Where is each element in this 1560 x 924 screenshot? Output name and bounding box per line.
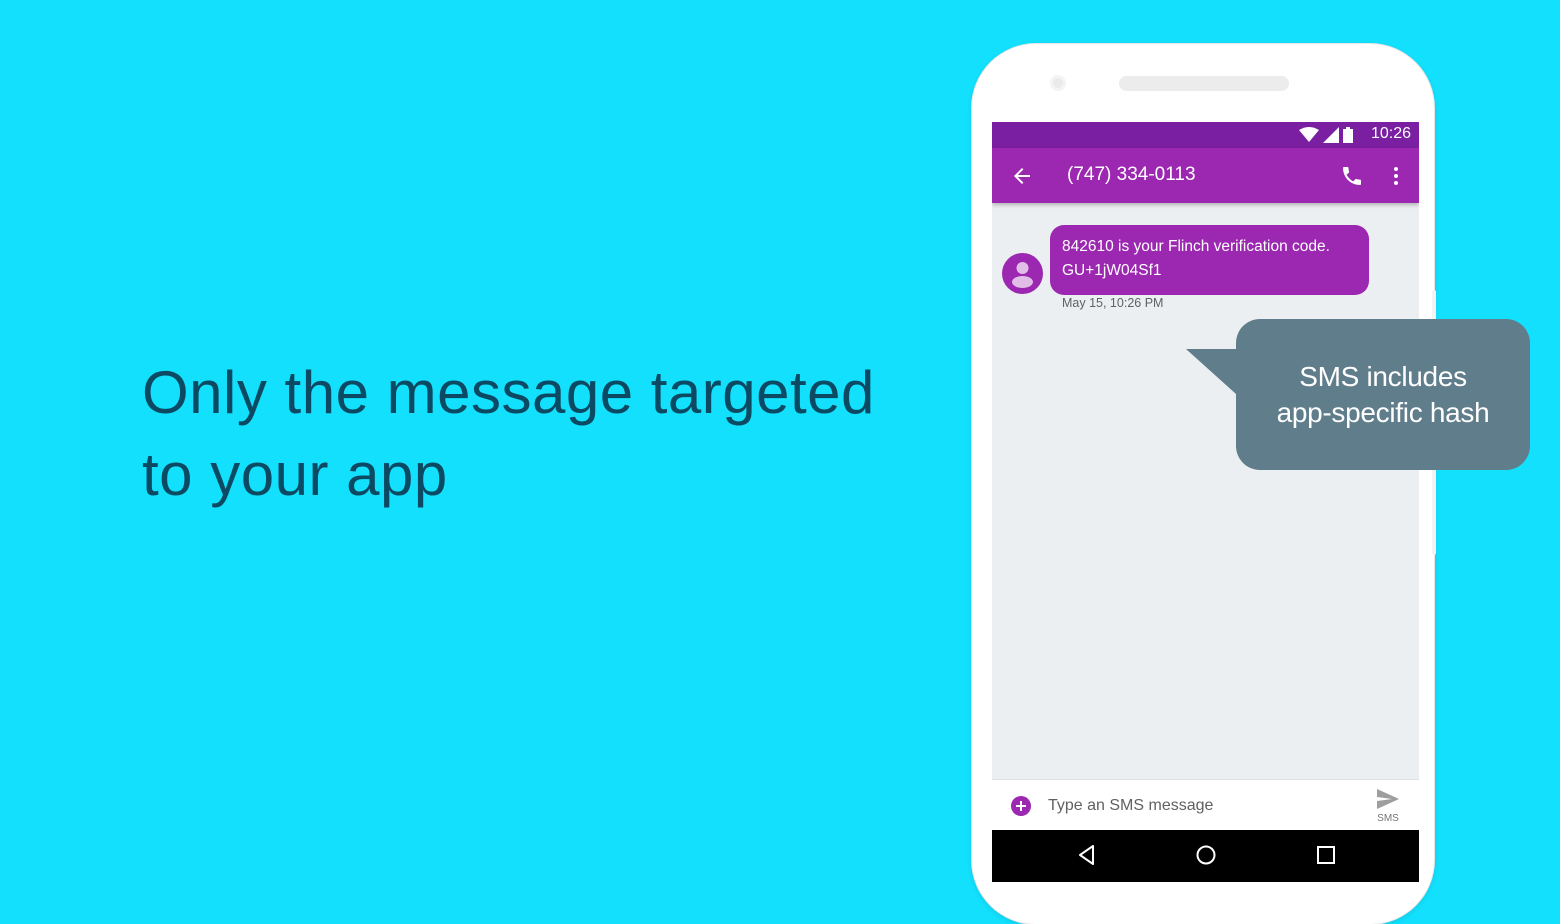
front-camera bbox=[1050, 75, 1066, 91]
message-composer: SMS bbox=[992, 779, 1419, 830]
app-bar: (747) 334-0113 bbox=[992, 148, 1419, 203]
send-label: SMS bbox=[1377, 813, 1399, 824]
message-bubble[interactable]: 842610 is your Flinch verification code.… bbox=[1050, 225, 1369, 295]
back-arrow-icon[interactable] bbox=[1010, 164, 1034, 188]
phone-call-icon[interactable] bbox=[1340, 164, 1364, 188]
battery-icon bbox=[1343, 127, 1353, 143]
message-line-1: 842610 is your Flinch verification code. bbox=[1062, 238, 1330, 255]
contact-title: (747) 334-0113 bbox=[1067, 164, 1196, 185]
status-icons bbox=[1299, 127, 1353, 143]
callout-line-2: app-specific hash bbox=[1276, 396, 1490, 428]
send-icon bbox=[1377, 789, 1399, 809]
contact-avatar[interactable] bbox=[1002, 253, 1043, 294]
message-timestamp: May 15, 10:26 PM bbox=[1062, 296, 1164, 310]
status-time: 10:26 bbox=[1370, 125, 1411, 142]
nav-home-icon[interactable] bbox=[1195, 844, 1217, 866]
person-icon bbox=[1012, 262, 1033, 288]
callout-box: SMS includes app-specific hash bbox=[1236, 319, 1530, 470]
status-bar: 10:26 bbox=[992, 122, 1419, 148]
sms-message-input[interactable] bbox=[1048, 792, 1348, 820]
nav-back-icon[interactable] bbox=[1076, 844, 1098, 866]
earpiece-speaker bbox=[1119, 76, 1289, 91]
nav-recents-icon[interactable] bbox=[1315, 844, 1337, 866]
message-line-2: GU+1jW04Sf1 bbox=[1062, 262, 1162, 279]
send-sms-button[interactable]: SMS bbox=[1370, 786, 1406, 828]
headline-line-1: Only the message targeted bbox=[142, 359, 875, 426]
phone-screen: 10:26 (747) 334-0113 842610 is your Flin… bbox=[992, 122, 1419, 882]
add-attachment-icon[interactable] bbox=[1011, 796, 1031, 816]
wifi-icon bbox=[1299, 127, 1319, 142]
headline-line-2: to your app bbox=[142, 441, 448, 508]
cell-signal-icon bbox=[1323, 127, 1339, 143]
more-vert-icon[interactable] bbox=[1384, 164, 1408, 188]
android-nav-bar bbox=[992, 830, 1419, 882]
headline: Only the message targeted to your app bbox=[142, 352, 902, 516]
callout-line-1: SMS includes bbox=[1299, 360, 1467, 392]
